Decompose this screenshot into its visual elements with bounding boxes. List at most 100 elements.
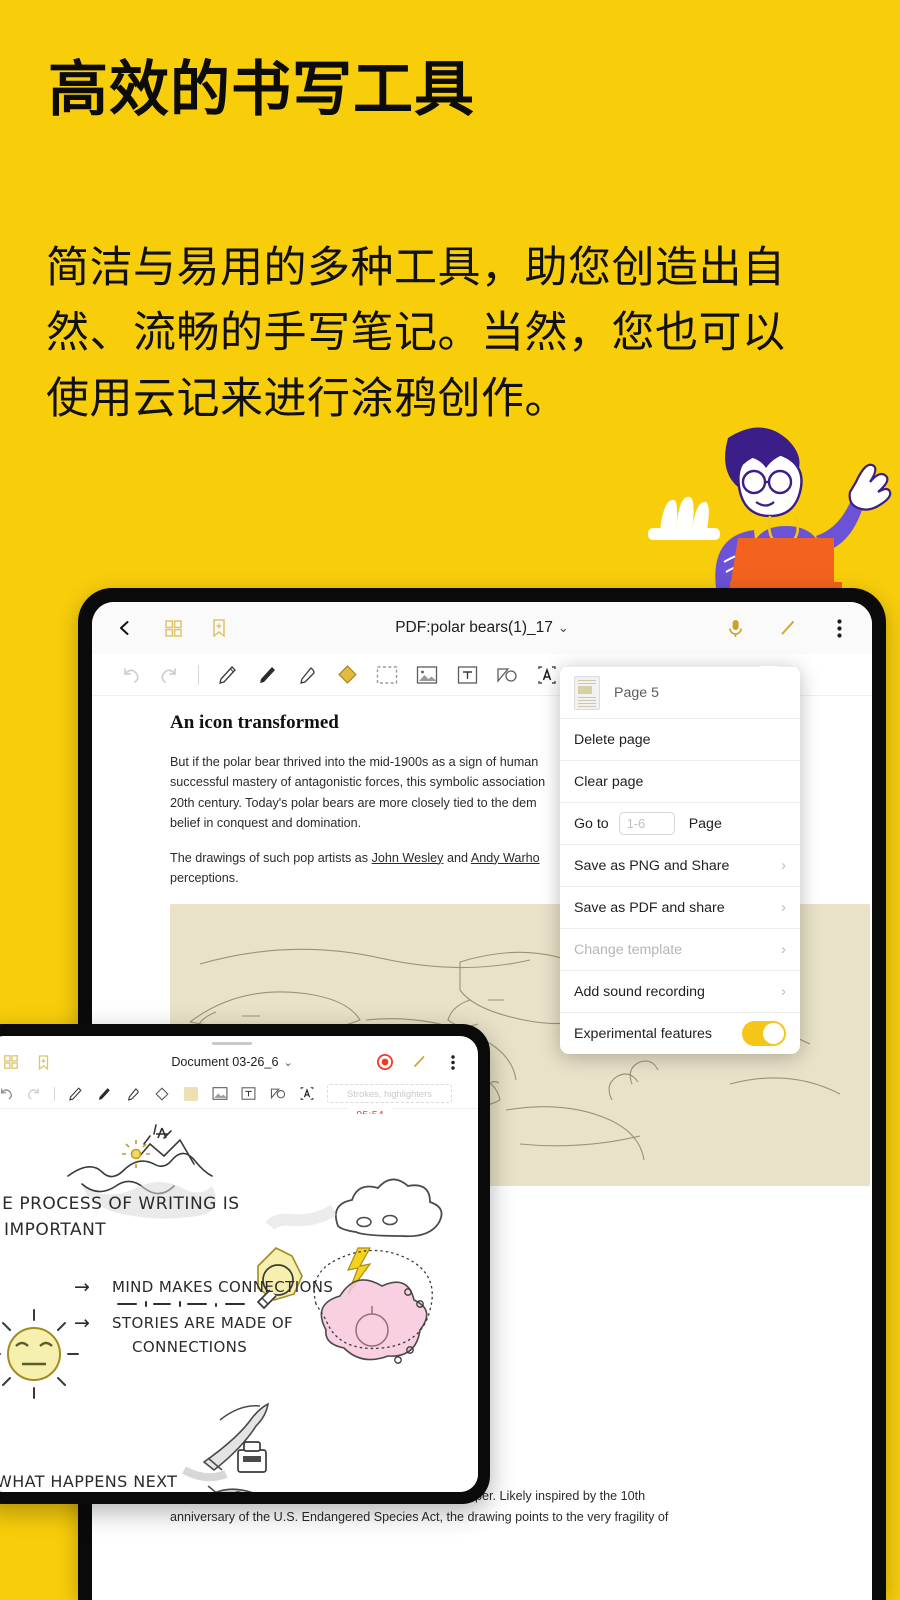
highlighter-tool[interactable] xyxy=(124,1085,142,1103)
toolbar-divider xyxy=(198,664,199,685)
pen-tool[interactable] xyxy=(66,1085,84,1103)
handwriting-line-3: WHAT HAPPENS NEXT xyxy=(0,1472,178,1491)
eraser-tool[interactable] xyxy=(153,1085,171,1103)
para2-prefix: The drawings of such pop artists as xyxy=(170,850,372,865)
toolbar-divider xyxy=(54,1086,55,1101)
eraser-tool[interactable] xyxy=(335,663,359,687)
grid-icon[interactable] xyxy=(158,613,188,643)
menu-item-save-as-png[interactable]: Save as PNG and Share › xyxy=(560,844,800,886)
brush-tool[interactable] xyxy=(95,1085,113,1103)
para2-line2: perceptions. xyxy=(170,870,239,885)
highlighter-tool[interactable] xyxy=(295,663,319,687)
app-bar: PDF:polar bears(1)_17 ⌄ xyxy=(92,602,872,654)
menu-item-label: Save as PDF and share xyxy=(574,899,725,916)
shape-tool[interactable] xyxy=(269,1085,287,1103)
chevron-right-icon: › xyxy=(781,983,786,1000)
chevron-right-icon: › xyxy=(781,941,786,958)
tablet-screen-front: Document 03-26_6 ⌄ Strokes, highlighters… xyxy=(0,1036,478,1492)
undo-tool[interactable] xyxy=(118,663,142,687)
more-vertical-icon[interactable] xyxy=(824,613,854,643)
menu-item-label: Add sound recording xyxy=(574,983,705,1000)
handwriting-bullet-2a: STORIES ARE MADE OF xyxy=(112,1314,294,1332)
app-bar-front: Document 03-26_6 ⌄ xyxy=(0,1045,478,1079)
insert-image-tool[interactable] xyxy=(415,663,439,687)
para1-line4: belief in conquest and domination. xyxy=(170,816,362,831)
menu-item-add-sound-recording[interactable]: Add sound recording › xyxy=(560,970,800,1012)
brush-tool[interactable] xyxy=(255,663,279,687)
link-andy-warhol[interactable]: Andy Warho xyxy=(471,851,540,865)
lasso-select-tool[interactable] xyxy=(375,663,399,687)
para1-line1: But if the polar bear thrived into the m… xyxy=(170,755,539,769)
search-input[interactable]: Strokes, highlighters xyxy=(326,1084,452,1103)
menu-item-page-thumbnail[interactable]: Page 5 xyxy=(560,666,800,718)
back-icon[interactable] xyxy=(110,613,140,643)
page-thumbnail-icon xyxy=(574,675,600,710)
fountain-pen-doodle xyxy=(182,1402,270,1482)
menu-item-go-to-page[interactable]: Go to 1-6 Page xyxy=(560,802,800,844)
drawing-toolbar-front: Strokes, highlighters xyxy=(0,1079,478,1109)
para1-line3: 20th century. Today's polar bears are mo… xyxy=(170,795,537,810)
record-stop-icon[interactable] xyxy=(376,1053,394,1071)
menu-item-change-template: Change template › xyxy=(560,928,800,970)
mouse-sketch xyxy=(207,1485,253,1492)
menu-item-clear-page[interactable]: Clear page xyxy=(560,760,800,802)
pen-icon[interactable] xyxy=(772,613,802,643)
bookmark-add-icon[interactable] xyxy=(204,613,234,643)
handwriting-line-2: IMPORTANT xyxy=(4,1220,107,1240)
shape-tool[interactable] xyxy=(495,663,519,687)
text-recognition-tool[interactable] xyxy=(535,663,559,687)
microphone-icon[interactable] xyxy=(720,613,750,643)
experimental-features-toggle[interactable] xyxy=(742,1021,786,1046)
insert-image-tool[interactable] xyxy=(211,1085,229,1103)
goto-prefix-label: Go to xyxy=(574,815,609,832)
menu-item-save-as-pdf[interactable]: Save as PDF and share › xyxy=(560,886,800,928)
handwriting-arrow-1: → xyxy=(74,1276,90,1298)
chevron-down-icon: ⌄ xyxy=(557,620,569,635)
tablet-device-front: Document 03-26_6 ⌄ Strokes, highlighters… xyxy=(0,1024,490,1504)
link-john-wesley[interactable]: John Wesley xyxy=(372,851,444,865)
hero-illustration xyxy=(620,420,900,590)
illustration-laptop xyxy=(730,538,842,590)
document-title-text: PDF:polar bears(1)_17 xyxy=(395,619,553,636)
para5-line2: anniversary of the U.S. Endangered Speci… xyxy=(170,1509,669,1524)
page-thumbnail-label: Page 5 xyxy=(614,684,659,701)
handwriting-canvas[interactable]: THE PROCESS OF WRITING IS IMPORTANT → MI… xyxy=(0,1114,478,1492)
menu-item-label: Change template xyxy=(574,941,683,958)
color-swatch[interactable] xyxy=(182,1085,200,1103)
document-title-front-text: Document 03-26_6 xyxy=(171,1055,279,1069)
undo-tool[interactable] xyxy=(0,1085,14,1103)
star-doodle xyxy=(156,1127,168,1139)
goto-suffix-label: Page xyxy=(688,815,722,832)
pen-tool[interactable] xyxy=(215,663,239,687)
dash-dot-line xyxy=(117,1301,245,1307)
text-recognition-tool[interactable] xyxy=(298,1085,316,1103)
menu-item-label: Experimental features xyxy=(574,1025,713,1042)
menu-item-label: Clear page xyxy=(574,773,644,790)
handwriting-bullet-2b: CONNECTIONS xyxy=(132,1338,248,1356)
more-vertical-icon[interactable] xyxy=(444,1053,462,1071)
sun-face-doodle xyxy=(0,1309,79,1399)
text-box-tool[interactable] xyxy=(455,663,479,687)
chevron-right-icon: › xyxy=(781,857,786,874)
chevron-down-icon: ⌄ xyxy=(283,1057,293,1069)
sun-dot-doodle xyxy=(122,1140,150,1168)
cloud-shadow xyxy=(265,1204,338,1230)
redo-tool[interactable] xyxy=(25,1085,43,1103)
menu-item-label: Save as PNG and Share xyxy=(574,857,730,874)
pen-icon[interactable] xyxy=(410,1053,428,1071)
page-options-menu[interactable]: Page 5 Delete page Clear page Go to 1-6 … xyxy=(560,666,800,1054)
illustration-plant xyxy=(648,496,720,540)
chevron-right-icon: › xyxy=(781,899,786,916)
menu-item-experimental-features[interactable]: Experimental features xyxy=(560,1012,800,1054)
mountain-sketch xyxy=(67,1124,213,1195)
page-subtitle: 简洁与易用的多种工具，助您创造出自然、流畅的手写笔记。当然，您也可以使用云记来进… xyxy=(46,244,786,423)
menu-item-delete-page[interactable]: Delete page xyxy=(560,718,800,760)
goto-page-input[interactable]: 1-6 xyxy=(618,812,675,835)
text-box-tool[interactable] xyxy=(240,1085,258,1103)
pink-blob xyxy=(313,1249,433,1364)
redo-tool[interactable] xyxy=(158,663,182,687)
cloud-sketch xyxy=(334,1178,443,1238)
handwriting-line-1: THE PROCESS OF WRITING IS xyxy=(0,1194,240,1214)
handwriting-bullet-1: MIND MAKES CONNECTIONS xyxy=(112,1278,334,1296)
menu-pointer-arrow xyxy=(760,666,778,667)
